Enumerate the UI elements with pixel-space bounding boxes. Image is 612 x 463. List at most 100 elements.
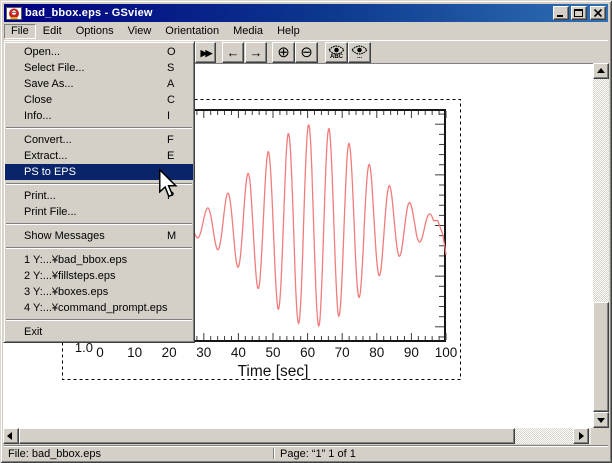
menubar-item-orientation[interactable]: Orientation: [158, 24, 226, 39]
status-page-label: Page: “1” 1 of 1: [280, 448, 356, 460]
menubar: FileEditOptionsViewOrientationMediaHelp: [4, 23, 608, 40]
left-arrow-icon: [7, 432, 12, 440]
show-text-abc-button[interactable]: ABC: [325, 42, 348, 63]
menu-item-accelerator: S: [167, 60, 174, 76]
menu-separator: [6, 183, 192, 185]
menu-item-label: Save As...: [24, 78, 74, 90]
menu-separator: [6, 319, 192, 321]
menu-item-3-y-boxes-eps[interactable]: 3 Y:...¥boxes.eps: [5, 284, 193, 300]
vscroll-up-button[interactable]: [593, 63, 609, 79]
vscroll-down-button[interactable]: [593, 412, 609, 428]
menu-item-1-y-bad-bbox-eps[interactable]: 1 Y:...¥bad_bbox.eps: [5, 252, 193, 268]
menubar-item-media[interactable]: Media: [226, 24, 270, 39]
menu-item-show-messages[interactable]: Show Messages M: [5, 228, 193, 244]
hscroll-right-button[interactable]: [573, 428, 589, 444]
menu-item-label: PS to EPS: [24, 166, 76, 178]
menu-item-info[interactable]: Info... I: [5, 108, 193, 124]
x-tick-label: 80: [369, 345, 384, 360]
titlebar: bad_bbox.eps - GSview: [4, 4, 608, 22]
right-arrow-icon: [579, 432, 584, 440]
vscroll-thumb[interactable]: [593, 302, 609, 412]
up-arrow-icon: [597, 68, 605, 73]
horizontal-scrollbar: [3, 428, 591, 444]
menu-item-select-file[interactable]: Select File... S: [5, 60, 193, 76]
down-arrow-icon: [597, 418, 605, 423]
signal-curve: [176, 125, 446, 326]
statusbar: File: bad_bbox.eps Page: “1” 1 of 1: [4, 445, 608, 460]
hscroll-left-button[interactable]: [3, 428, 19, 444]
x-tick-label: 100: [435, 345, 458, 360]
menu-item-label: Extract...: [24, 150, 67, 162]
menu-item-label: 2 Y:...¥fillsteps.eps: [24, 270, 116, 282]
menu-item-label: Exit: [24, 326, 42, 338]
x-tick-label: 50: [265, 345, 280, 360]
zoom-out-button[interactable]: ⊖: [295, 42, 318, 63]
status-divider: [273, 448, 275, 459]
menu-item-accelerator: M: [167, 228, 176, 244]
menubar-item-help[interactable]: Help: [270, 24, 307, 39]
minimize-icon: [555, 8, 567, 18]
menu-item-ps-to-eps[interactable]: PS to EPS: [5, 164, 193, 180]
next-page-button[interactable]: →: [245, 42, 267, 63]
menubar-item-view[interactable]: View: [121, 24, 159, 39]
x-tick-label: 60: [300, 345, 315, 360]
minimize-button[interactable]: [553, 6, 569, 20]
menubar-item-edit[interactable]: Edit: [36, 24, 69, 39]
gsview-window: bad_bbox.eps - GSview FileEditOptionsVie…: [0, 0, 612, 463]
menu-item-label: Select File...: [24, 62, 85, 74]
x-axis-label: Time [sec]: [238, 363, 309, 380]
prev-page-icon: ←: [227, 44, 240, 62]
menu-item-label: 3 Y:...¥boxes.eps: [24, 286, 108, 298]
menu-item-close[interactable]: Close C: [5, 92, 193, 108]
menu-item-print-file[interactable]: Print File...: [5, 204, 193, 220]
menu-separator: [6, 223, 192, 225]
menu-item-accelerator: O: [167, 44, 176, 60]
menu-item-accelerator: C: [167, 92, 175, 108]
menu-item-save-as[interactable]: Save As...A: [5, 76, 193, 92]
next-page-icon: →: [250, 44, 263, 62]
menu-item-accelerator: I: [167, 108, 170, 124]
menu-item-print[interactable]: Print... P: [5, 188, 193, 204]
menu-item-label: Close: [24, 94, 52, 106]
vertical-scrollbar: [593, 63, 609, 428]
x-tick-label: 30: [196, 345, 211, 360]
zoom-in-button[interactable]: ⊕: [272, 42, 295, 63]
hscroll-thumb[interactable]: [19, 428, 515, 444]
maximize-button[interactable]: [571, 6, 587, 20]
prev-page-button[interactable]: ←: [222, 42, 244, 63]
x-tick-label: 0: [96, 345, 104, 360]
menu-item-accelerator: F: [167, 132, 174, 148]
x-tick-label: 10: [127, 345, 142, 360]
maximize-icon: [573, 8, 585, 18]
menu-item-label: Print File...: [24, 206, 77, 218]
menubar-item-options[interactable]: Options: [69, 24, 121, 39]
menu-item-accelerator: E: [167, 148, 174, 164]
window-controls: [551, 6, 606, 20]
menu-item-exit[interactable]: Exit: [5, 324, 193, 340]
menu-item-label: 1 Y:...¥bad_bbox.eps: [24, 254, 127, 266]
menu-item-label: Open...: [24, 46, 60, 58]
menu-item-label: Info...: [24, 110, 52, 122]
menu-item-convert[interactable]: Convert...F: [5, 132, 193, 148]
zoom-in-icon: ⊕: [277, 45, 290, 60]
x-tick-label: 90: [404, 345, 419, 360]
menu-separator: [6, 247, 192, 249]
menu-item-2-y-fillsteps-eps[interactable]: 2 Y:...¥fillsteps.eps: [5, 268, 193, 284]
menu-item-label: Print...: [24, 190, 56, 202]
menubar-item-file[interactable]: File: [4, 24, 36, 39]
menu-item-4-y-command-prompt-eps[interactable]: 4 Y:...¥command_prompt.eps: [5, 300, 193, 316]
next-pages-button[interactable]: ▶▶: [195, 42, 216, 63]
x-tick-label: 20: [162, 345, 177, 360]
close-button[interactable]: [590, 6, 606, 20]
gsview-app-icon: [6, 6, 22, 21]
show-text-dots-button[interactable]: ...: [348, 42, 371, 63]
menu-item-accelerator: P: [167, 188, 174, 204]
menu-item-extract[interactable]: Extract... E: [5, 148, 193, 164]
file-menu: Open...OSelect File...SSave As...ACloseC…: [3, 41, 195, 343]
next-pages-icon: ▶▶: [201, 44, 211, 62]
menu-item-label: Show Messages: [24, 230, 105, 242]
status-file-label: File: bad_bbox.eps: [8, 448, 101, 460]
show-text-abc-label: ABC: [330, 55, 343, 60]
x-tick-label: 40: [231, 345, 246, 360]
menu-item-open[interactable]: Open... O: [5, 44, 193, 60]
